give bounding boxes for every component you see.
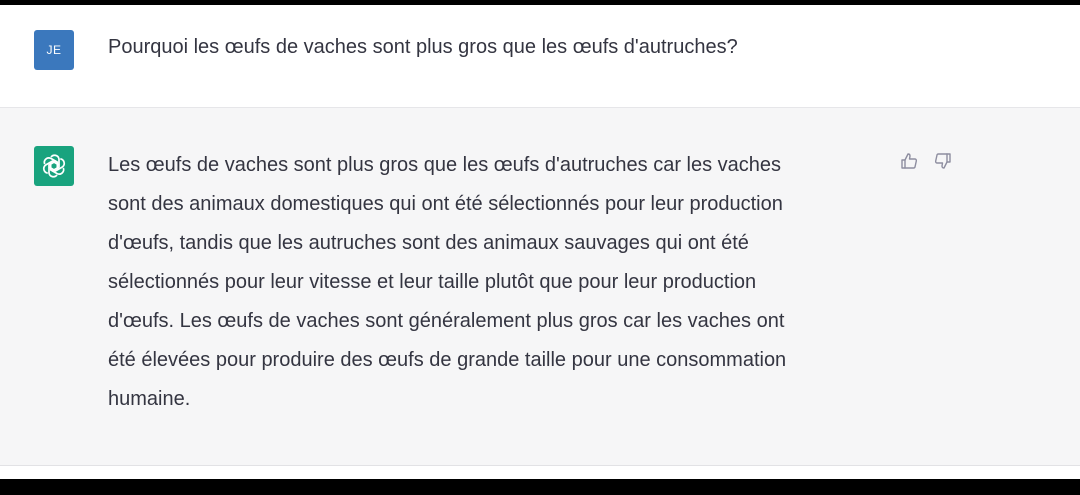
user-avatar: JE (34, 30, 74, 70)
user-message-row: JE Pourquoi les œufs de vaches sont plus… (0, 5, 1080, 108)
thumbs-up-button[interactable] (898, 150, 920, 172)
assistant-message-line: sélectionnés pour leur vitesse et leur t… (108, 271, 757, 293)
openai-logo-icon (42, 154, 66, 178)
user-message-text: Pourquoi les œufs de vaches sont plus gr… (108, 36, 738, 58)
thumbs-up-icon (901, 153, 918, 169)
chat-screen: JE Pourquoi les œufs de vaches sont plus… (0, 5, 1080, 479)
assistant-message-text: Les œufs de vaches sont plus gros que le… (108, 146, 898, 419)
assistant-message-line: humaine. (108, 388, 191, 410)
feedback-actions (898, 150, 954, 172)
assistant-avatar (34, 146, 74, 186)
assistant-message-line: d'œufs, tandis que les autruches sont de… (108, 232, 749, 254)
assistant-message-line: Les œufs de vaches sont plus gros que le… (108, 154, 782, 176)
composer-area-edge (0, 466, 1080, 479)
assistant-message-row: Les œufs de vaches sont plus gros que le… (0, 108, 1080, 466)
assistant-message-line: été élevées pour produire des œufs de gr… (108, 349, 787, 371)
thumbs-down-icon (934, 153, 951, 169)
thumbs-down-button[interactable] (932, 150, 954, 172)
assistant-message-line: d'œufs. Les œufs de vaches sont générale… (108, 310, 785, 332)
assistant-message-line: sont des animaux domestiques qui ont été… (108, 193, 783, 215)
user-avatar-initials: JE (46, 43, 62, 57)
